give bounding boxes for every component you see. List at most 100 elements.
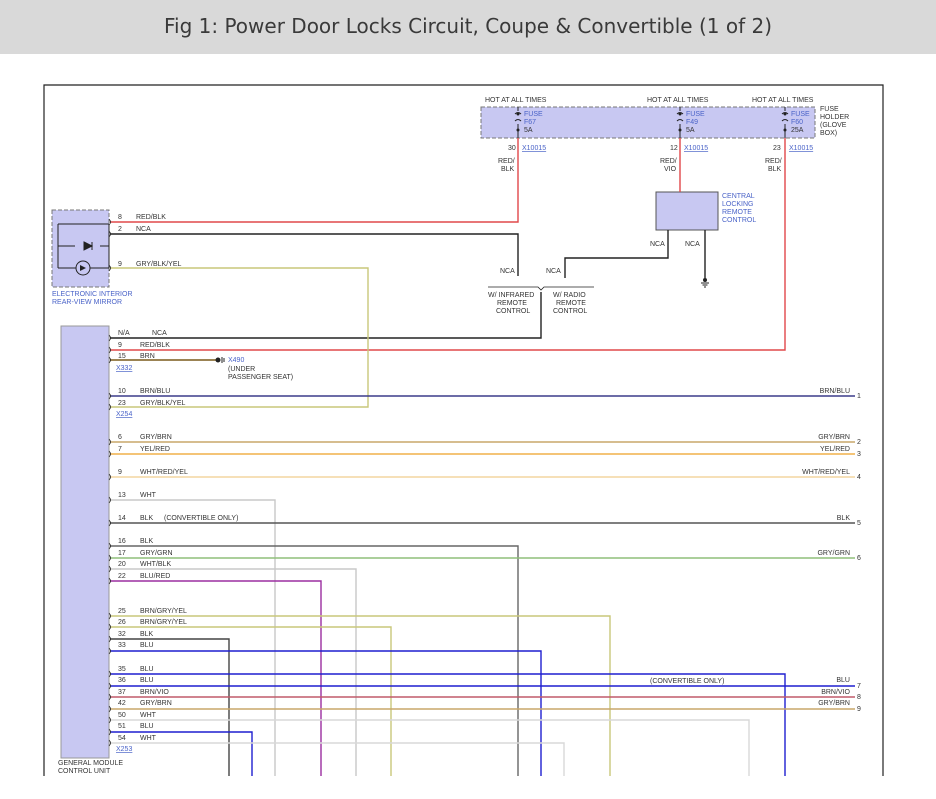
svg-text:33: 33 — [118, 642, 126, 649]
svg-text:36: 36 — [118, 677, 126, 684]
wire-blu-51 — [110, 731, 253, 776]
svg-text:(CONVERTIBLE ONLY): (CONVERTIBLE ONLY) — [650, 678, 724, 685]
svg-text:42: 42 — [118, 700, 126, 707]
svg-text:2: 2 — [857, 439, 861, 446]
svg-text:X10015: X10015 — [522, 145, 546, 152]
wire-blk-32 — [110, 638, 230, 776]
svg-text:20: 20 — [118, 561, 126, 568]
svg-text:ELECTRONIC INTERIOR: ELECTRONIC INTERIOR — [52, 291, 133, 298]
wire-red-blk-module — [110, 138, 786, 351]
rear-view-mirror: ELECTRONIC INTERIOR REAR-VIEW MIRROR — [51, 209, 133, 306]
svg-text:1: 1 — [857, 393, 861, 400]
svg-text:25: 25 — [118, 608, 126, 615]
wire-blu-35 — [110, 673, 786, 776]
svg-text:BLU: BLU — [140, 723, 154, 730]
svg-text:BLU: BLU — [140, 666, 154, 673]
svg-text:30: 30 — [508, 145, 516, 152]
svg-text:BLK: BLK — [140, 538, 154, 545]
svg-text:32: 32 — [118, 631, 126, 638]
wire-nca-radio — [564, 230, 669, 278]
wiring-diagram: HOT AT ALL TIMES HOT AT ALL TIMES HOT AT… — [43, 84, 884, 776]
svg-text:37: 37 — [118, 689, 126, 696]
svg-text:(CONVERTIBLE ONLY): (CONVERTIBLE ONLY) — [164, 515, 238, 522]
svg-text:RED/BLK: RED/BLK — [136, 214, 166, 221]
svg-text:X10015: X10015 — [789, 145, 813, 152]
svg-text:3: 3 — [857, 451, 861, 458]
svg-text:7: 7 — [118, 446, 122, 453]
svg-text:25A: 25A — [791, 127, 804, 134]
central-locking-remote-control: CENTRAL LOCKING REMOTE CONTROL NCA NCA — [650, 191, 756, 248]
svg-text:13: 13 — [118, 492, 126, 499]
svg-text:2: 2 — [118, 226, 122, 233]
svg-text:BRN/VIO: BRN/VIO — [821, 689, 850, 696]
right-output-labels: BRN/BLU1 GRY/BRN2 YEL/RED3 WHT/RED/YEL4 … — [802, 388, 861, 713]
svg-text:YEL/RED: YEL/RED — [820, 446, 850, 453]
svg-text:HOLDER: HOLDER — [820, 114, 849, 121]
svg-text:9: 9 — [118, 469, 122, 476]
svg-text:14: 14 — [118, 515, 126, 522]
svg-text:51: 51 — [118, 723, 126, 730]
svg-text:GRY/GRN: GRY/GRN — [140, 550, 173, 557]
svg-text:F49: F49 — [686, 119, 698, 126]
wire-nca-module — [110, 292, 542, 339]
hot-label-2: HOT AT ALL TIMES — [647, 97, 709, 104]
svg-text:GRY/BRN: GRY/BRN — [140, 434, 172, 441]
wire-wht-13 — [110, 499, 276, 776]
svg-text:NCA: NCA — [546, 268, 561, 275]
svg-text:VIO: VIO — [664, 166, 677, 173]
svg-text:BRN/VIO: BRN/VIO — [140, 689, 169, 696]
svg-text:FUSE: FUSE — [686, 111, 705, 118]
svg-text:N/A: N/A — [118, 330, 130, 337]
svg-text:RED/: RED/ — [765, 158, 782, 165]
svg-text:23: 23 — [118, 400, 126, 407]
svg-text:8: 8 — [857, 694, 861, 701]
svg-text:GRY/BRN: GRY/BRN — [818, 434, 850, 441]
svg-text:26: 26 — [118, 619, 126, 626]
svg-text:BLK: BLK — [837, 515, 851, 522]
svg-text:YEL/RED: YEL/RED — [140, 446, 170, 453]
svg-text:REMOTE: REMOTE — [497, 300, 527, 307]
svg-text:8: 8 — [118, 214, 122, 221]
svg-text:FUSE: FUSE — [820, 106, 839, 113]
wire-red-blk-mirror — [110, 138, 519, 223]
svg-text:X254: X254 — [116, 411, 132, 418]
ground-symbol — [701, 278, 709, 288]
svg-text:NCA: NCA — [136, 226, 151, 233]
svg-text:BOX): BOX) — [820, 130, 837, 137]
svg-text:BRN/BLU: BRN/BLU — [140, 388, 170, 395]
svg-text:9: 9 — [118, 261, 122, 268]
svg-text:WHT/BLK: WHT/BLK — [140, 561, 171, 568]
svg-text:W/ RADIO: W/ RADIO — [553, 292, 586, 299]
svg-text:BRN/GRY/YEL: BRN/GRY/YEL — [140, 619, 187, 626]
svg-text:23: 23 — [773, 145, 781, 152]
svg-text:REMOTE: REMOTE — [556, 300, 586, 307]
svg-text:17: 17 — [118, 550, 126, 557]
diagram-frame — [43, 84, 884, 776]
svg-text:BLK: BLK — [140, 515, 154, 522]
svg-text:LOCKING: LOCKING — [722, 201, 754, 208]
svg-text:(GLOVE: (GLOVE — [820, 122, 847, 129]
svg-text:RED/BLK: RED/BLK — [140, 342, 170, 349]
svg-text:CONTROL: CONTROL — [722, 217, 756, 224]
svg-text:X253: X253 — [116, 746, 132, 753]
svg-text:F67: F67 — [524, 119, 536, 126]
svg-text:BLU/RED: BLU/RED — [140, 573, 170, 580]
hot-label-1: HOT AT ALL TIMES — [485, 97, 547, 104]
svg-text:9: 9 — [118, 342, 122, 349]
svg-text:CONTROL: CONTROL — [553, 308, 587, 315]
svg-text:5A: 5A — [524, 127, 533, 134]
wire-wht-50 — [110, 719, 750, 776]
wires — [110, 138, 855, 776]
svg-text:F60: F60 — [791, 119, 803, 126]
svg-text:RED/: RED/ — [498, 158, 515, 165]
fuse-holder: HOT AT ALL TIMES HOT AT ALL TIMES HOT AT… — [480, 97, 849, 173]
svg-text:W/ INFRARED: W/ INFRARED — [488, 292, 534, 299]
svg-text:NCA: NCA — [685, 241, 700, 248]
svg-text:BLK: BLK — [768, 166, 782, 173]
svg-text:GRY/BLK/YEL: GRY/BLK/YEL — [136, 261, 182, 268]
svg-text:WHT: WHT — [140, 492, 157, 499]
wire-blu-33 — [110, 650, 542, 776]
svg-text:GRY/BRN: GRY/BRN — [818, 700, 850, 707]
svg-text:WHT: WHT — [140, 712, 157, 719]
svg-text:BLK: BLK — [501, 166, 515, 173]
